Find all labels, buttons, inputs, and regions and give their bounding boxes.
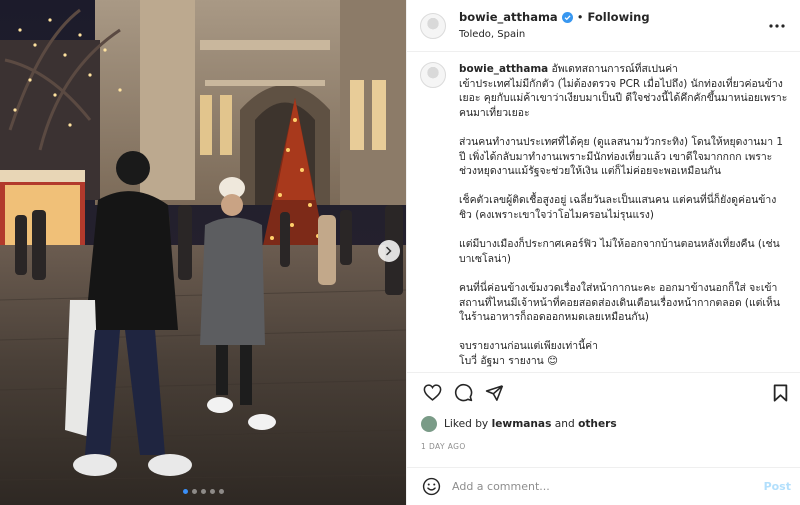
post-photo[interactable] bbox=[0, 0, 406, 505]
caption-line: อัพเดทสถานการณ์ที่สเปนค่า bbox=[551, 63, 678, 75]
share-button[interactable] bbox=[483, 382, 505, 404]
separator-dot: • bbox=[576, 9, 584, 24]
post-actions-bar bbox=[407, 372, 800, 412]
comment-icon bbox=[454, 383, 472, 402]
caption-paragraph: bowie_atthama อัพเดทสถานการณ์ที่สเปนค่าเ… bbox=[459, 62, 788, 120]
liked-by-prefix: Liked by bbox=[444, 418, 489, 430]
comment-bar: Post bbox=[407, 467, 800, 505]
caption-text: bowie_atthama อัพเดทสถานการณ์ที่สเปนค่าเ… bbox=[459, 62, 788, 370]
chevron-right-icon bbox=[386, 246, 392, 256]
caption-section: bowie_atthama อัพเดทสถานการณ์ที่สเปนค่าเ… bbox=[420, 62, 788, 370]
more-options-button[interactable] bbox=[766, 15, 788, 37]
caption-avatar[interactable] bbox=[420, 62, 446, 88]
emoji-button[interactable] bbox=[420, 476, 442, 498]
carousel-dot bbox=[218, 489, 224, 494]
comment-input[interactable] bbox=[452, 480, 764, 493]
carousel-dot bbox=[182, 489, 188, 494]
carousel-dot bbox=[209, 489, 215, 494]
carousel-next-button[interactable] bbox=[378, 240, 400, 262]
caption-paragraph: แต่มีบางเมืองก็ประกาศเคอร์ฟิว ไม่ให้ออกจ… bbox=[459, 238, 780, 265]
following-button[interactable]: Following bbox=[588, 10, 650, 25]
liked-by-joiner: and bbox=[554, 418, 575, 430]
carousel-dot bbox=[200, 489, 206, 494]
post-timestamp[interactable]: 1 DAY AGO bbox=[421, 442, 466, 451]
caption-username[interactable]: bowie_atthama bbox=[459, 63, 548, 75]
photo-scene bbox=[0, 0, 406, 505]
caption-paragraph: จบรายงานก่อนแต่เพียงเท่านี้ค่า โบวี่ อัฐ… bbox=[459, 340, 598, 367]
carousel-dot bbox=[191, 489, 197, 494]
location-link[interactable]: Toledo, Spain bbox=[459, 27, 766, 42]
liked-by-others-link[interactable]: others bbox=[578, 418, 617, 430]
verified-badge-icon bbox=[561, 11, 573, 23]
post-header: bowie_atthama • Following Toledo, Spain bbox=[407, 0, 800, 52]
carousel-indicator bbox=[0, 489, 406, 494]
username-link[interactable]: bowie_atthama bbox=[459, 10, 558, 25]
save-button[interactable] bbox=[769, 382, 791, 404]
post-details-panel: bowie_atthama • Following Toledo, Spain … bbox=[406, 0, 800, 505]
liker-avatar[interactable] bbox=[421, 416, 437, 432]
like-button[interactable] bbox=[421, 382, 443, 404]
caption-line: เข้าประเทศไม่มีกักตัว (ไม่ต้องตรวจ PCR เ… bbox=[459, 77, 788, 119]
share-icon bbox=[485, 384, 503, 401]
heart-icon bbox=[423, 384, 441, 401]
caption-paragraph: เช็คตัวเลขผู้ติดเชื้อสูงอยู่ เฉลี่ยวันละ… bbox=[459, 194, 777, 221]
liker-username-link[interactable]: lewmanas bbox=[492, 418, 552, 430]
caption-paragraph: ส่วนคนทำงานประเทศที่ได้คุย (ดูแลสนามวัวก… bbox=[459, 135, 783, 178]
avatar[interactable] bbox=[420, 12, 446, 39]
comment-button[interactable] bbox=[452, 382, 474, 404]
bookmark-icon bbox=[773, 383, 787, 402]
caption-paragraph: คนที่นี่ค่อนข้างเข้มงวดเรื่องใส่หน้ากากน… bbox=[459, 281, 780, 324]
emoji-icon bbox=[422, 477, 440, 496]
more-options-icon bbox=[769, 23, 785, 28]
liked-by-line: Liked by lewmanas and others bbox=[421, 416, 617, 432]
post-comment-button[interactable]: Post bbox=[764, 480, 791, 493]
